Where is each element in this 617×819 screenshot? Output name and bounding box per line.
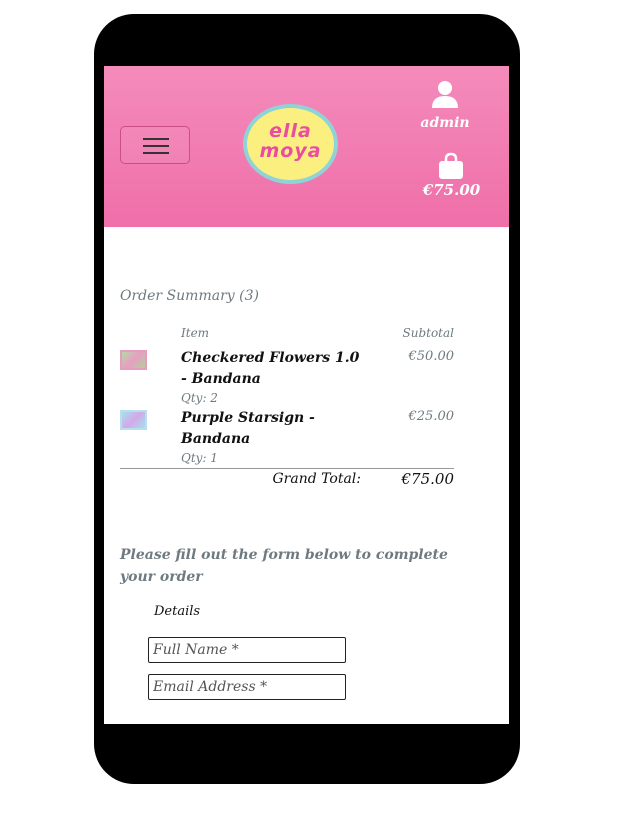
grand-total-label: Grand Total: [272,471,362,487]
product-name: Purple Starsign - Bandana [181,410,315,447]
order-summary-title: Order Summary (3) [120,288,259,304]
product-qty: Qty: 1 [181,451,218,465]
product-qty: Qty: 2 [181,391,218,405]
product-subtotal: €50.00 [408,349,455,364]
account-link[interactable]: admin [404,115,486,131]
menu-toggle-button[interactable] [120,126,190,164]
column-header-item: Item [181,326,210,340]
grand-total-value: €75.00 [401,470,455,488]
form-instructions: Please fill out the form below to comple… [120,547,448,585]
product-subtotal: €25.00 [408,409,455,424]
column-header-subtotal: Subtotal [402,326,455,340]
email-input[interactable] [148,674,346,700]
summary-divider [120,468,454,469]
screen: ella moya admin €75.00 Order Summary (3)… [104,66,509,724]
hamburger-icon [143,145,169,147]
brand-logo[interactable]: ella moya [243,104,338,184]
site-header: ella moya admin €75.00 [104,66,509,227]
hamburger-icon [143,138,169,140]
bag-total[interactable]: €75.00 [404,181,499,199]
product-thumbnail [120,350,147,370]
product-thumbnail [120,410,147,430]
hamburger-icon [143,152,169,154]
user-icon[interactable] [430,80,460,108]
logo-text-moya: moya [259,140,322,162]
details-fieldset-legend: Details [154,604,201,619]
shopping-bag-icon[interactable] [437,152,465,180]
logo-text-ella: ella [269,120,312,142]
product-name: Checkered Flowers 1.0 - Bandana [181,350,360,387]
full-name-input[interactable] [148,637,346,663]
